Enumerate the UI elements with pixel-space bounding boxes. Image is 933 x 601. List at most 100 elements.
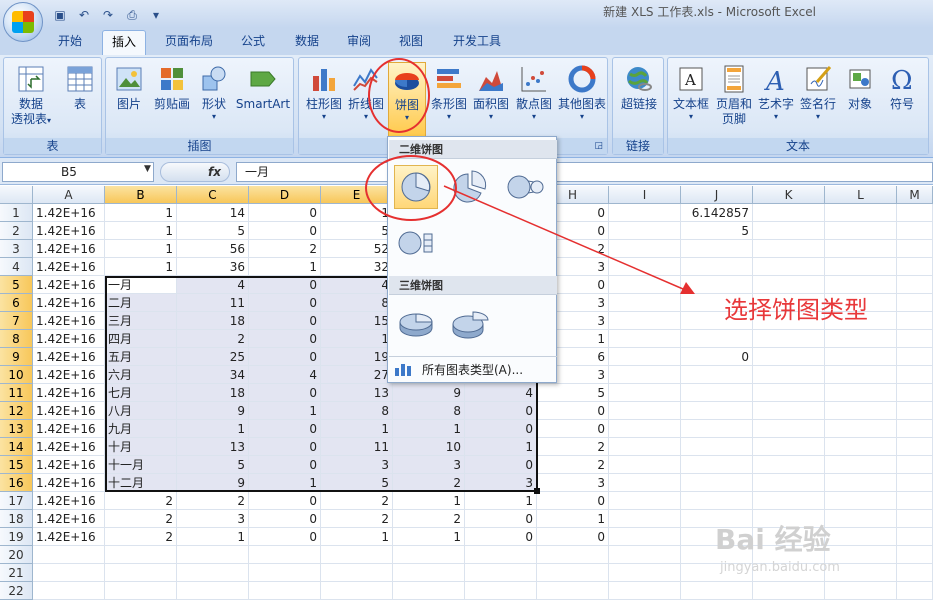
cell[interactable] <box>753 330 825 348</box>
cell[interactable]: 2 <box>249 240 321 258</box>
cell[interactable]: 1.42E+16 <box>33 510 105 528</box>
cell[interactable] <box>897 492 933 510</box>
tab-page-layout[interactable]: 页面布局 <box>158 30 220 55</box>
cell[interactable]: 1.42E+16 <box>33 420 105 438</box>
cell[interactable] <box>897 222 933 240</box>
cell[interactable] <box>321 564 393 582</box>
cell[interactable]: 2 <box>105 528 177 546</box>
cell[interactable] <box>897 312 933 330</box>
cell[interactable] <box>393 564 465 582</box>
cell[interactable] <box>753 222 825 240</box>
cell[interactable]: 1 <box>537 510 609 528</box>
cell[interactable]: 32 <box>321 258 393 276</box>
tab-review[interactable]: 审阅 <box>336 30 382 55</box>
cell[interactable] <box>753 582 825 600</box>
cell[interactable] <box>249 546 321 564</box>
cell[interactable] <box>681 492 753 510</box>
cell[interactable]: 1 <box>105 258 177 276</box>
cell[interactable]: 52 <box>321 240 393 258</box>
object-button[interactable]: 对象 <box>840 62 880 112</box>
cell[interactable] <box>825 222 897 240</box>
cell[interactable]: 0 <box>249 510 321 528</box>
cell[interactable] <box>321 546 393 564</box>
row-header[interactable]: 21 <box>0 564 33 582</box>
cell[interactable]: 2 <box>105 510 177 528</box>
cell[interactable] <box>321 582 393 600</box>
cell[interactable] <box>753 204 825 222</box>
cell[interactable] <box>537 564 609 582</box>
row-header[interactable]: 9 <box>0 348 33 366</box>
cell[interactable]: 1 <box>321 528 393 546</box>
redo-icon[interactable]: ↷ <box>100 8 116 23</box>
cell[interactable]: 1.42E+16 <box>33 438 105 456</box>
picture-button[interactable]: 图片 <box>110 62 148 112</box>
all-chart-types-link[interactable]: 所有图表类型(A)... <box>389 356 557 382</box>
cell[interactable] <box>825 528 897 546</box>
print-preview-icon[interactable]: ⎙ <box>124 8 140 23</box>
cell[interactable] <box>177 564 249 582</box>
cell[interactable] <box>753 384 825 402</box>
cell[interactable] <box>609 456 681 474</box>
cell[interactable] <box>681 582 753 600</box>
row-header[interactable]: 20 <box>0 546 33 564</box>
cell[interactable] <box>825 240 897 258</box>
cell[interactable]: 3 <box>537 474 609 492</box>
row-header[interactable]: 2 <box>0 222 33 240</box>
cell[interactable] <box>825 402 897 420</box>
textbox-button[interactable]: A 文本框 ▾ <box>670 62 712 121</box>
cell[interactable] <box>681 366 753 384</box>
cell[interactable] <box>897 420 933 438</box>
cell[interactable] <box>609 474 681 492</box>
cell[interactable]: 1.42E+16 <box>33 276 105 294</box>
cell[interactable]: 2 <box>537 438 609 456</box>
cell[interactable]: 1 <box>105 240 177 258</box>
cell[interactable]: 1.42E+16 <box>33 402 105 420</box>
other-charts-button[interactable]: 其他图表 ▾ <box>556 62 608 121</box>
cell[interactable]: 0 <box>249 204 321 222</box>
cell[interactable] <box>537 582 609 600</box>
cell[interactable] <box>897 438 933 456</box>
undo-icon[interactable]: ↶ <box>76 8 92 23</box>
cell[interactable]: 1.42E+16 <box>33 528 105 546</box>
cell[interactable]: 0 <box>537 492 609 510</box>
cell[interactable] <box>825 420 897 438</box>
cell[interactable]: 1.42E+16 <box>33 330 105 348</box>
cell[interactable] <box>753 366 825 384</box>
cell[interactable] <box>897 546 933 564</box>
cell[interactable] <box>681 474 753 492</box>
cell[interactable] <box>753 456 825 474</box>
cell[interactable]: 1.42E+16 <box>33 222 105 240</box>
cell[interactable]: 0 <box>681 348 753 366</box>
tab-insert[interactable]: 插入 <box>102 30 146 55</box>
row-header[interactable]: 5 <box>0 276 33 294</box>
cell[interactable] <box>897 510 933 528</box>
cell[interactable] <box>825 438 897 456</box>
cell[interactable]: 1.42E+16 <box>33 474 105 492</box>
column-header-c[interactable]: C <box>177 186 249 204</box>
row-header[interactable]: 6 <box>0 294 33 312</box>
cell[interactable] <box>105 564 177 582</box>
cell[interactable] <box>897 456 933 474</box>
cell[interactable] <box>825 204 897 222</box>
cell[interactable] <box>897 348 933 366</box>
cell[interactable] <box>897 402 933 420</box>
row-header[interactable]: 16 <box>0 474 33 492</box>
row-header[interactable]: 13 <box>0 420 33 438</box>
customize-qat-icon[interactable]: ▾ <box>148 8 164 23</box>
cell[interactable]: 1 <box>393 492 465 510</box>
smartart-button[interactable]: SmartArt <box>234 62 292 112</box>
cell[interactable] <box>753 402 825 420</box>
cell[interactable]: 0 <box>465 510 537 528</box>
cell[interactable] <box>609 420 681 438</box>
row-header[interactable]: 10 <box>0 366 33 384</box>
row-header[interactable]: 4 <box>0 258 33 276</box>
cell[interactable]: 0 <box>249 528 321 546</box>
cell[interactable] <box>609 582 681 600</box>
cell[interactable] <box>753 348 825 366</box>
row-header[interactable]: 7 <box>0 312 33 330</box>
area-chart-button[interactable]: 面积图 ▾ <box>470 62 512 121</box>
cell[interactable]: 1.42E+16 <box>33 258 105 276</box>
cell[interactable] <box>825 330 897 348</box>
column-header-k[interactable]: K <box>753 186 825 204</box>
row-header[interactable]: 11 <box>0 384 33 402</box>
